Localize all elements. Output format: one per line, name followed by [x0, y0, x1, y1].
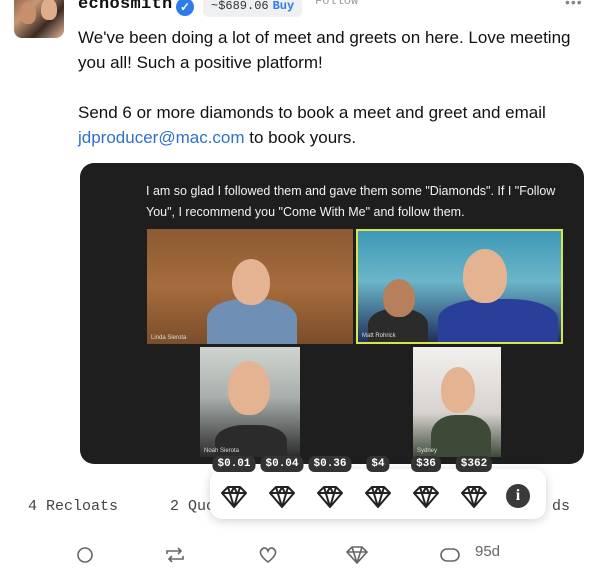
diamond-icon — [317, 486, 343, 508]
post-media-image[interactable]: I am so glad I followed them and gave th… — [80, 163, 584, 464]
recloats-count[interactable]: 4 Recloats — [28, 498, 118, 515]
info-icon[interactable]: i — [506, 484, 530, 508]
tip-price: $0.04 — [260, 456, 304, 472]
post-text-line-2: Send 6 or more diamonds to book a meet a… — [78, 103, 546, 147]
tip-price: $0.01 — [212, 456, 256, 472]
post-text-line-1: We've been doing a lot of meet and greet… — [78, 28, 571, 72]
tile-name: Matt Rohrick — [362, 333, 396, 339]
email-link[interactable]: jdproducer@mac.com — [78, 128, 245, 147]
recloat-icon[interactable] — [164, 546, 186, 568]
tip-price: $36 — [411, 456, 441, 472]
quote-icon[interactable] — [440, 546, 460, 568]
username[interactable]: echosmith — [78, 0, 173, 14]
buy-button[interactable]: Buy — [273, 0, 295, 13]
like-heart-icon[interactable] — [258, 546, 278, 568]
tip-price: $362 — [455, 456, 493, 472]
diamonds-count[interactable]: ds — [552, 498, 570, 515]
follow-button[interactable]: Follow — [315, 0, 358, 8]
avatar-person-left — [20, 2, 36, 24]
tip-price: $4 — [366, 456, 390, 472]
avatar-person-right — [41, 0, 57, 20]
video-tile: Noah Sierota — [200, 347, 300, 457]
diamond-icon — [461, 486, 487, 508]
price-value: ~$689.06 — [211, 0, 269, 13]
video-tile: Matt Rohrick — [356, 229, 563, 344]
tip-popup: $0.01 $0.04 $0.36 $4 $36 $362 i — [210, 456, 546, 519]
tile-name: Sydney — [417, 448, 438, 454]
video-tile: Linda Sierota — [147, 229, 353, 344]
diamond-icon — [413, 486, 439, 508]
media-caption: I am so glad I followed them and gave th… — [146, 184, 556, 219]
diamond-icon[interactable] — [345, 546, 369, 568]
tile-name: Linda Sierota — [151, 335, 187, 341]
comment-icon[interactable] — [76, 546, 94, 568]
quotes-count[interactable]: 2 Quo — [170, 498, 215, 515]
tile-name: Noah Sierota — [204, 448, 240, 454]
diamond-icon — [365, 486, 391, 508]
tip-price: $0.36 — [308, 456, 352, 472]
diamond-icon — [221, 486, 247, 508]
verified-badge-icon: ✓ — [176, 0, 194, 16]
video-tile: Sydney — [413, 347, 501, 457]
more-options-icon[interactable]: ••• — [565, 0, 583, 10]
post-text: We've been doing a lot of meet and greet… — [78, 25, 588, 150]
price-pill[interactable]: ~$689.06 Buy — [203, 0, 303, 17]
avatar[interactable] — [14, 0, 64, 38]
timestamp: 95d — [475, 543, 501, 560]
diamond-icon — [269, 486, 295, 508]
